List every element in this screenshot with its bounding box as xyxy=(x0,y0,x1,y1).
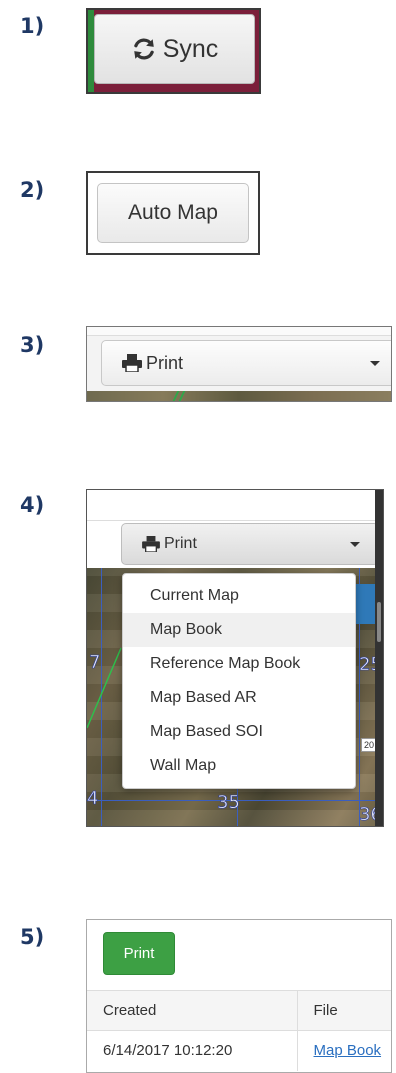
print-dropdown-screenshot: Print xyxy=(86,326,392,402)
menu-item-map-based-soi[interactable]: Map Based SOI xyxy=(123,715,355,749)
chevron-down-icon xyxy=(350,542,360,547)
print-history-screenshot: Print Created File 6/14/2017 10:12:20 Ma… xyxy=(86,919,392,1073)
print-history-table: Created File 6/14/2017 10:12:20 Map Book xyxy=(87,990,391,1071)
menu-item-map-book[interactable]: Map Book xyxy=(123,613,355,647)
file-cell: Map Book xyxy=(297,1031,391,1071)
step-label-3: 3) xyxy=(20,333,45,357)
print-button[interactable]: Print xyxy=(103,932,175,975)
refresh-icon xyxy=(133,38,154,60)
chevron-down-icon xyxy=(370,361,380,366)
map-strip xyxy=(87,391,391,401)
print-dropdown-button[interactable]: Print xyxy=(101,340,391,386)
column-header-created[interactable]: Created xyxy=(87,990,298,1031)
section-label: 35 xyxy=(217,792,241,814)
scrollbar[interactable] xyxy=(375,490,383,826)
divider xyxy=(87,520,377,521)
auto-map-screenshot: Auto Map xyxy=(86,171,260,255)
menu-item-reference-map-book[interactable]: Reference Map Book xyxy=(123,647,355,681)
sync-label: Sync xyxy=(162,34,219,63)
section-label: 4 xyxy=(87,788,99,810)
step-label-2: 2) xyxy=(20,178,45,202)
menu-item-wall-map[interactable]: Wall Map xyxy=(123,749,355,783)
printer-icon xyxy=(142,536,160,552)
table-row: 6/14/2017 10:12:20 Map Book xyxy=(87,1030,391,1071)
printer-icon xyxy=(122,354,142,372)
created-cell: 6/14/2017 10:12:20 xyxy=(87,1030,298,1071)
print-label: Print xyxy=(164,535,197,552)
step-label-1: 1) xyxy=(20,14,45,38)
step-label-5: 5) xyxy=(20,925,45,949)
sync-button[interactable]: Sync xyxy=(94,14,255,84)
scrollbar-thumb[interactable] xyxy=(377,602,381,642)
file-link[interactable]: Map Book xyxy=(314,1042,382,1059)
auto-map-button[interactable]: Auto Map xyxy=(97,183,249,243)
print-menu-screenshot: 7 25 4 35 36 20 Print Current Map Map Bo… xyxy=(86,489,384,827)
print-menu: Current Map Map Book Reference Map Book … xyxy=(122,573,356,789)
sync-screenshot: Sync xyxy=(86,8,261,94)
toolbar-strip xyxy=(87,327,391,336)
menu-item-current-map[interactable]: Current Map xyxy=(123,579,355,613)
column-header-file[interactable]: File xyxy=(297,990,391,1031)
print-dropdown-button[interactable]: Print xyxy=(121,523,379,565)
print-label: Print xyxy=(146,352,184,373)
menu-item-map-based-ar[interactable]: Map Based AR xyxy=(123,681,355,715)
step-label-4: 4) xyxy=(20,493,45,517)
section-label: 7 xyxy=(89,652,101,674)
